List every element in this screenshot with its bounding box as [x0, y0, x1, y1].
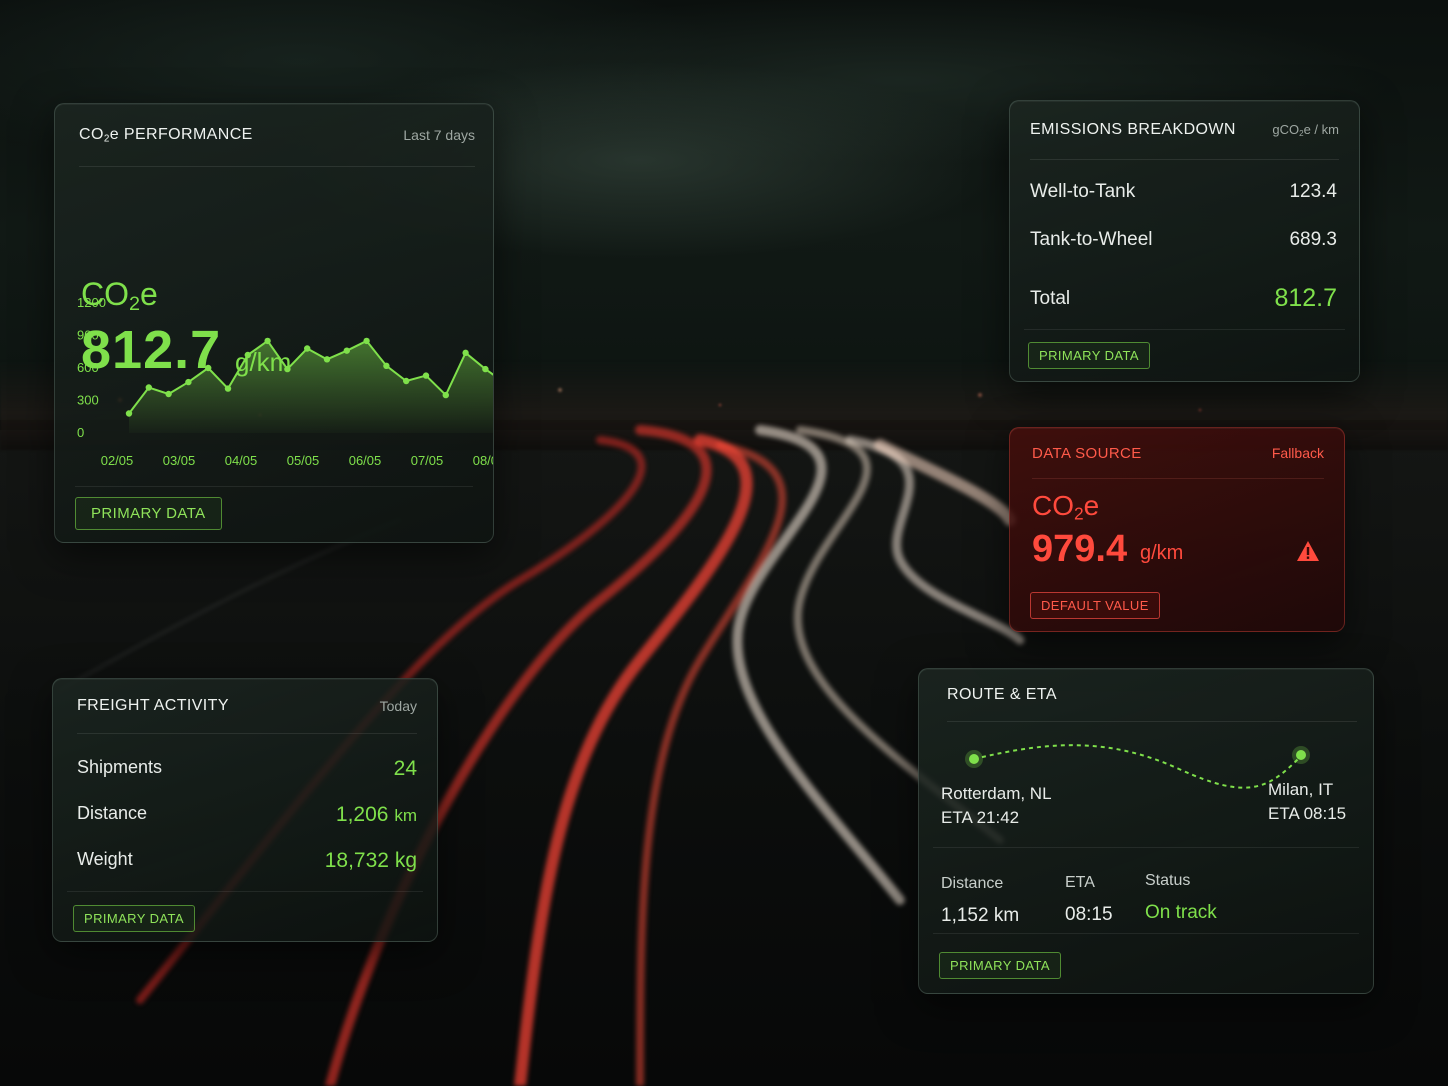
freight-row-shipments: Shipments 24 — [77, 757, 417, 781]
freight-row-weight: Weight 18,732 kg — [77, 849, 417, 873]
stat-value: On track — [1145, 902, 1217, 923]
destination-label: Milan, IT ETA 08:15 — [1268, 778, 1346, 826]
x-tick-label: 07/05 — [411, 453, 444, 468]
unit-label: gCO2e / km — [1272, 122, 1339, 138]
row-value: 812.7 — [1274, 284, 1337, 312]
divider — [67, 891, 423, 892]
primary-data-badge: PRIMARY DATA — [939, 952, 1061, 979]
x-tick-label: 06/05 — [349, 453, 382, 468]
y-tick-label: 900 — [77, 328, 99, 343]
data-point — [125, 410, 133, 417]
emissions-breakdown-card: EMISSIONS BREAKDOWN gCO2e / km Well-to-T… — [1009, 100, 1360, 382]
stat-label: Status — [1145, 872, 1191, 889]
y-tick-label: 1200 — [77, 295, 106, 310]
data-point — [442, 391, 449, 399]
y-tick-label: 600 — [77, 360, 99, 375]
y-tick-label: 300 — [77, 393, 99, 408]
stat-distance: Distance 1,152 km — [941, 875, 1019, 927]
divider — [933, 847, 1359, 848]
row-value: 24 — [393, 757, 417, 780]
data-source-card: DATA SOURCE Fallback CO2e 979.4 g/km DEF… — [1009, 427, 1345, 632]
primary-data-badge: PRIMARY DATA — [1028, 342, 1150, 369]
period-label: Today — [379, 698, 417, 714]
row-label: Distance — [77, 803, 148, 823]
data-point — [205, 364, 212, 372]
data-point — [422, 372, 430, 379]
stat-value: 08:15 — [1065, 904, 1113, 925]
stat-value: 1,152 km — [941, 905, 1020, 926]
breakdown-row-well-to-tank: Well-to-Tank 123.4 — [1030, 181, 1337, 203]
card-header: DATA SOURCE Fallback — [1032, 428, 1324, 479]
metric-value: 979.4 — [1032, 528, 1128, 570]
y-tick-label: 0 — [77, 425, 84, 440]
data-point — [264, 337, 271, 345]
stat-label: Distance — [941, 875, 1004, 892]
co2e-performance-card: CO2e PERFORMANCE Last 7 days CO2e 812.7 … — [54, 103, 494, 543]
row-label: Tank-to-Wheel — [1030, 229, 1153, 250]
row-value: 1,206 km — [335, 803, 417, 826]
row-value: 18,732 kg — [324, 849, 417, 872]
data-point — [224, 385, 232, 392]
primary-data-badge: PRIMARY DATA — [73, 905, 195, 932]
row-value: 689.3 — [1289, 229, 1337, 250]
divider — [1024, 329, 1345, 330]
data-point — [363, 337, 370, 345]
destination-marker-dot — [1296, 750, 1306, 760]
x-tick-label: 08/05 — [473, 453, 493, 468]
data-point — [462, 349, 469, 357]
data-point — [165, 390, 172, 398]
freight-activity-card: FREIGHT ACTIVITY Today Shipments 24 Dist… — [52, 678, 438, 942]
warning-icon — [1297, 541, 1319, 561]
data-point — [482, 365, 489, 373]
origin-city: Rotterdam, NL — [941, 784, 1052, 803]
stat-status: Status On track — [1145, 872, 1217, 924]
row-label: Total — [1030, 287, 1071, 309]
primary-data-badge: PRIMARY DATA — [75, 497, 222, 530]
card-header: FREIGHT ACTIVITY Today — [77, 679, 417, 734]
divider — [75, 486, 473, 487]
x-tick-label: 04/05 — [225, 453, 258, 468]
data-point — [403, 377, 410, 385]
stat-label: ETA — [1065, 874, 1095, 891]
origin-label: Rotterdam, NL ETA 21:42 — [941, 782, 1052, 830]
data-point — [383, 362, 390, 370]
row-label: Well-to-Tank — [1030, 181, 1136, 202]
destination-city: Milan, IT — [1268, 780, 1334, 799]
card-title: EMISSIONS BREAKDOWN — [1030, 121, 1236, 138]
row-label: Shipments — [77, 757, 163, 777]
data-point — [343, 347, 350, 354]
data-point — [304, 345, 311, 352]
fallback-status: Fallback — [1271, 445, 1324, 461]
data-point — [284, 365, 291, 373]
data-point — [185, 378, 192, 386]
co2e-line-chart: 1200 900 600 300 0 02/05 03/05 04/05 05/05 06/05 0… — [77, 295, 493, 468]
breakdown-row-tank-to-wheel: Tank-to-Wheel 689.3 — [1030, 229, 1337, 251]
origin-marker-dot — [969, 754, 979, 764]
x-tick-label: 02/05 — [101, 453, 134, 468]
metric-label: CO2e — [1032, 490, 1100, 524]
card-title: FREIGHT ACTIVITY — [77, 697, 229, 714]
freight-row-distance: Distance 1,206 km — [77, 803, 417, 827]
metric-unit: g/km — [1140, 542, 1184, 564]
card-header: EMISSIONS BREAKDOWN gCO2e / km — [1030, 101, 1339, 160]
divider — [933, 933, 1359, 934]
data-point — [145, 384, 152, 391]
row-value: 123.4 — [1289, 181, 1337, 202]
route-eta-card: ROUTE & ETA Rotterdam, NL ETA 21:42 Mila… — [918, 668, 1374, 994]
origin-eta: ETA 21:42 — [941, 808, 1020, 827]
default-value-badge: DEFAULT VALUE — [1030, 592, 1160, 619]
x-tick-label: 05/05 — [287, 453, 320, 468]
x-tick-label: 03/05 — [163, 453, 196, 468]
stat-eta: ETA 08:15 — [1065, 874, 1113, 926]
data-point — [244, 351, 251, 359]
row-label: Weight — [77, 849, 133, 869]
card-title: DATA SOURCE — [1032, 444, 1142, 462]
data-point — [323, 356, 331, 363]
breakdown-row-total: Total 812.7 — [1030, 284, 1337, 313]
destination-eta: ETA 08:15 — [1268, 804, 1347, 823]
